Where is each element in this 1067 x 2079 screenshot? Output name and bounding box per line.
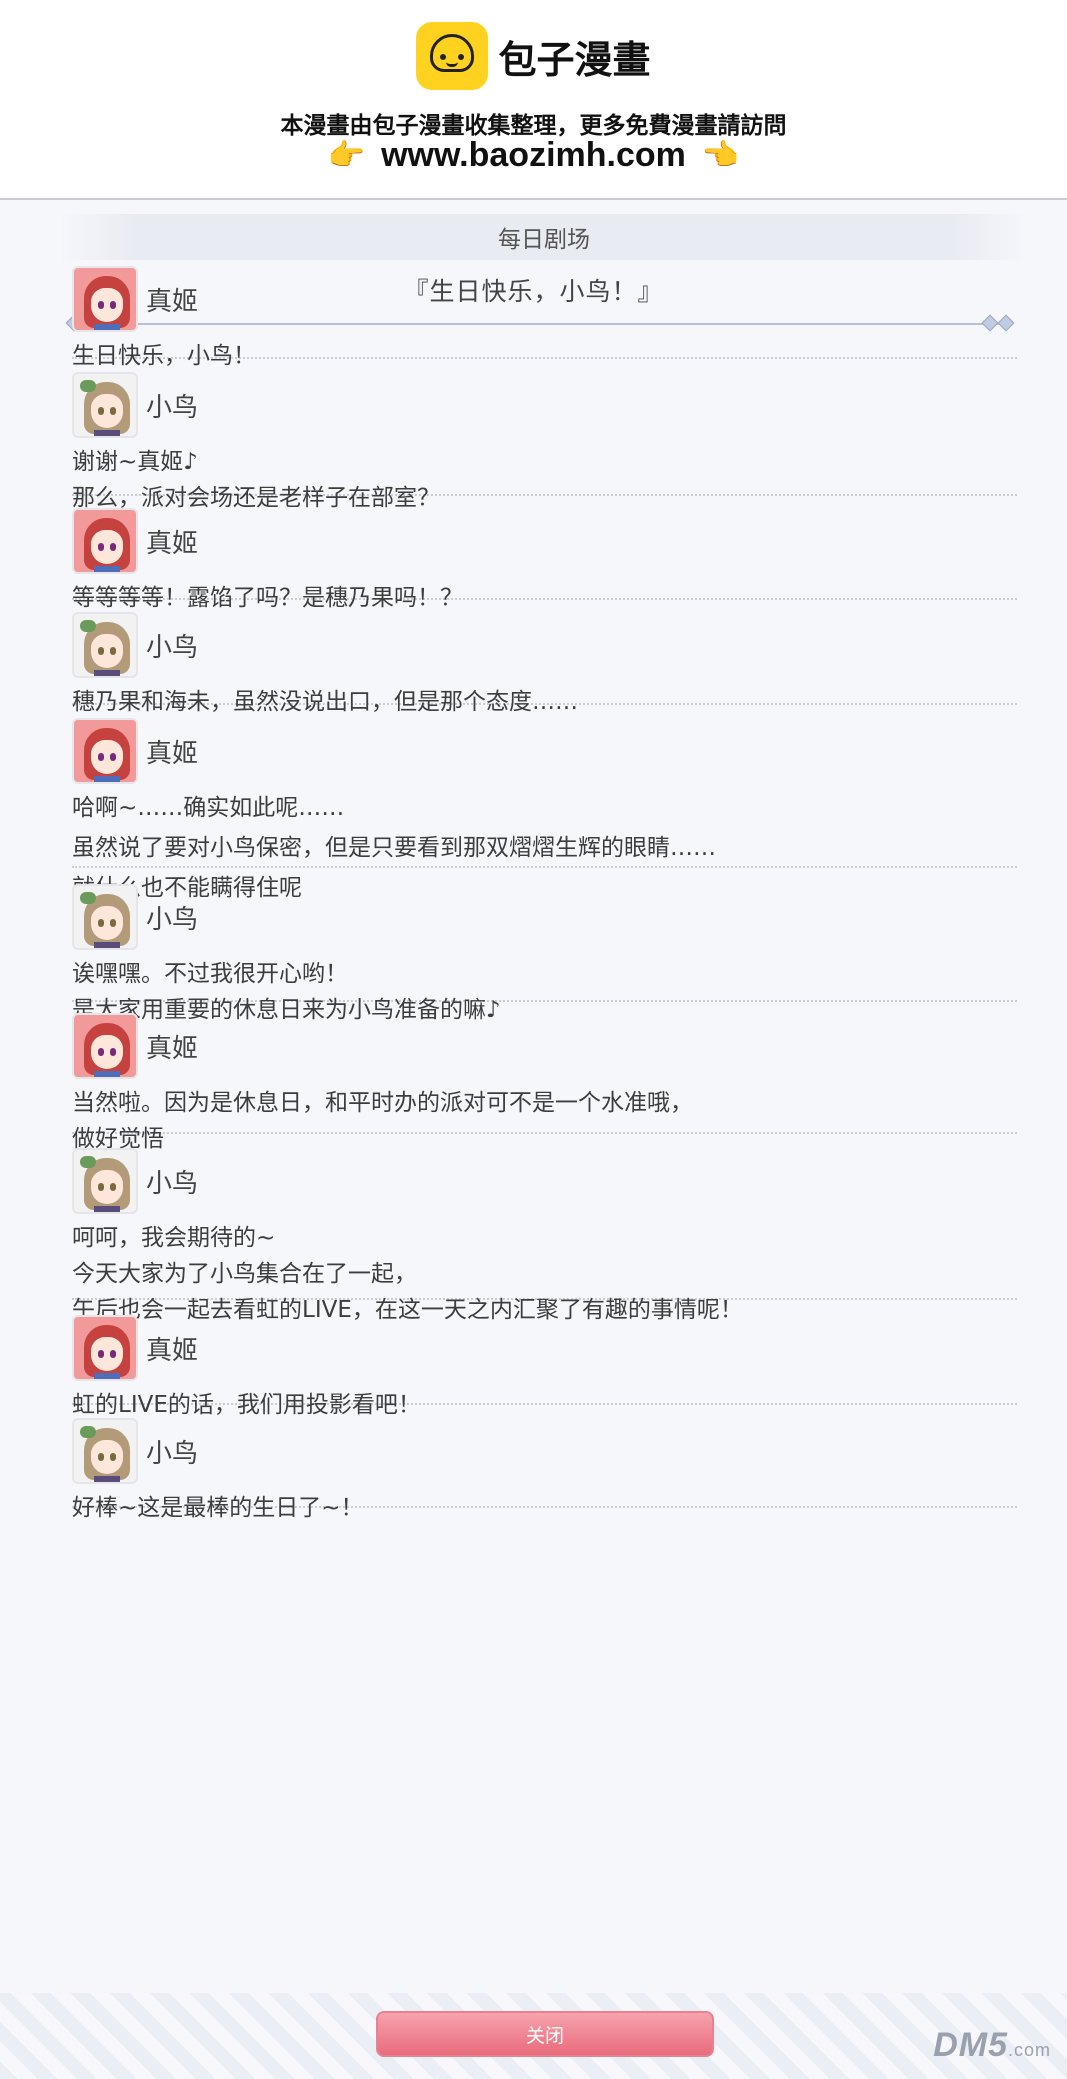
speaker-name: 真姬 (146, 1335, 199, 1366)
message-entry: 小鸟好棒~这是最棒的生日了~！ (72, 1418, 1017, 1521)
message-entry: 真姬等等等等！露馅了吗？是穗乃果吗！？ (72, 508, 1017, 611)
kotori-avatar (72, 612, 138, 678)
message-text: 等等等等！露馅了吗？是穗乃果吗！？ (72, 580, 463, 616)
watermark-header: 包子漫畫 本漫畫由包子漫畫收集整理，更多免費漫畫請訪問 👉 www.baozim… (0, 0, 1067, 198)
message-line: 今天大家为了小鸟集合在了一起， (72, 1261, 417, 1287)
message-line: 谢谢~真姬♪ (72, 449, 198, 475)
speaker-row: 真姬 (72, 718, 198, 784)
message-entry: 小鸟 呵呵，我会期待的~ 今天大家为了小鸟集合在了一起， 午后也会一起去看虹的LIVE… (72, 1148, 1017, 1323)
speaker-row: 小鸟 (72, 1148, 198, 1214)
maki-avatar (72, 1013, 138, 1079)
kotori-avatar (72, 1148, 138, 1214)
message-entry: 小鸟 诶嘿嘿。不过我很开心哟！ 是大家用重要的休息日来为小鸟准备的嘛♪ (72, 884, 1017, 1023)
speaker-name: 小鸟 (146, 632, 199, 663)
dm5-logo-suffix: .com (1007, 2040, 1051, 2060)
kotori-avatar (72, 884, 138, 950)
speaker-name: 真姬 (146, 286, 199, 317)
message-entry: 真姬哈啊~……确实如此呢…… 虽然说了要对小鸟保密，但是只要看到那双熠熠生辉的眼睛… (72, 718, 1017, 901)
speaker-row: 小鸟 (72, 612, 198, 678)
message-line: 虽然说了要对小鸟保密，但是只要看到那双熠熠生辉的眼睛…… (72, 835, 716, 861)
message-text: 当然啦。因为是休息日，和平时办的派对可不是一个水准哦， 做好觉悟 (72, 1085, 693, 1157)
daily-theater-panel: 每日剧场 『生日快乐，小鸟！』 真姬 生日快乐，小鸟！ 小鸟 谢谢~真姬♪ 那么，派对会… (0, 198, 1067, 2079)
message-line: 生日快乐，小鸟！ (72, 343, 256, 369)
dm5-watermark: DM5.com (933, 2026, 1051, 2065)
speaker-row: 真姬 (72, 1315, 198, 1381)
message-entry: 小鸟 谢谢~真姬♪ 那么，派对会场还是老样子在部室？ (72, 372, 1017, 511)
message-line: 等等等等！露馅了吗？是穗乃果吗！？ (72, 585, 463, 611)
message-line: 当然啦。因为是休息日，和平时办的派对可不是一个水准哦， (72, 1090, 693, 1116)
message-text: 呵呵，我会期待的~ 今天大家为了小鸟集合在了一起， 午后也会一起去看虹的LIVE，在… (72, 1220, 743, 1328)
message-entry: 真姬生日快乐，小鸟！ (72, 266, 1017, 369)
speaker-row: 小鸟 (72, 372, 198, 438)
close-button[interactable]: 关闭 (376, 2011, 714, 2057)
speaker-row: 小鸟 (72, 884, 198, 950)
bun-logo-icon (416, 22, 489, 90)
maki-avatar (72, 266, 138, 332)
maki-avatar (72, 508, 138, 574)
speaker-row: 真姬 (72, 266, 198, 332)
bottom-bar: 关闭 DM5.com (0, 1993, 1067, 2079)
speaker-row: 真姬 (72, 1013, 198, 1079)
message-entry: 真姬 虹的LIVE的话，我们用投影看吧！ (72, 1315, 1017, 1418)
kotori-avatar (72, 372, 138, 438)
message-line: 哈啊~……确实如此呢…… (72, 795, 345, 821)
brand-name: 包子漫畫 (498, 37, 651, 82)
message-text: 生日快乐，小鸟！ (72, 338, 256, 374)
maki-avatar (72, 718, 138, 784)
kotori-avatar (72, 1418, 138, 1484)
message-entry: 小鸟穗乃果和海未，虽然没说出口，但是那个态度…… (72, 612, 1017, 715)
pointing-right-hand-icon: 👉 (327, 138, 366, 173)
message-line: 好棒~这是最棒的生日了~！ (72, 1495, 364, 1521)
message-text: 谢谢~真姬♪ 那么，派对会场还是老样子在部室？ (72, 444, 440, 516)
message-line: 呵呵，我会期待的~ (72, 1225, 276, 1251)
speaker-name: 真姬 (146, 738, 199, 769)
message-entry: 真姬 当然啦。因为是休息日，和平时办的派对可不是一个水准哦， 做好觉悟 (72, 1013, 1017, 1152)
speaker-name: 真姬 (146, 528, 199, 559)
message-line: 诶嘿嘿。不过我很开心哟！ (72, 961, 348, 987)
speaker-row: 真姬 (72, 508, 198, 574)
panel-header-bar: 每日剧场 (58, 214, 1030, 260)
brand-logo-row: 包子漫畫 (0, 22, 1067, 90)
speaker-name: 小鸟 (146, 1438, 199, 1469)
speaker-name: 真姬 (146, 1033, 199, 1064)
speaker-name: 小鸟 (146, 904, 199, 935)
message-line: 穗乃果和海未，虽然没说出口，但是那个态度…… (72, 689, 578, 715)
dm5-logo-text: DM5 (933, 2026, 1008, 2064)
message-text: 穗乃果和海未，虽然没说出口，但是那个态度…… (72, 684, 578, 720)
pointing-left-hand-icon: 👈 (701, 138, 740, 173)
message-text: 好棒~这是最棒的生日了~！ (72, 1490, 364, 1526)
panel-header: 每日剧场 (498, 227, 590, 253)
speaker-row: 小鸟 (72, 1418, 198, 1484)
watermark-url-row: 👉 www.baozimh.com 👈 (0, 136, 1067, 175)
speaker-name: 小鸟 (146, 1168, 199, 1199)
watermark-url[interactable]: www.baozimh.com (381, 136, 686, 175)
speaker-name: 小鸟 (146, 392, 199, 423)
maki-avatar (72, 1315, 138, 1381)
watermark-note: 本漫畫由包子漫畫收集整理，更多免費漫畫請訪問 (280, 113, 787, 139)
